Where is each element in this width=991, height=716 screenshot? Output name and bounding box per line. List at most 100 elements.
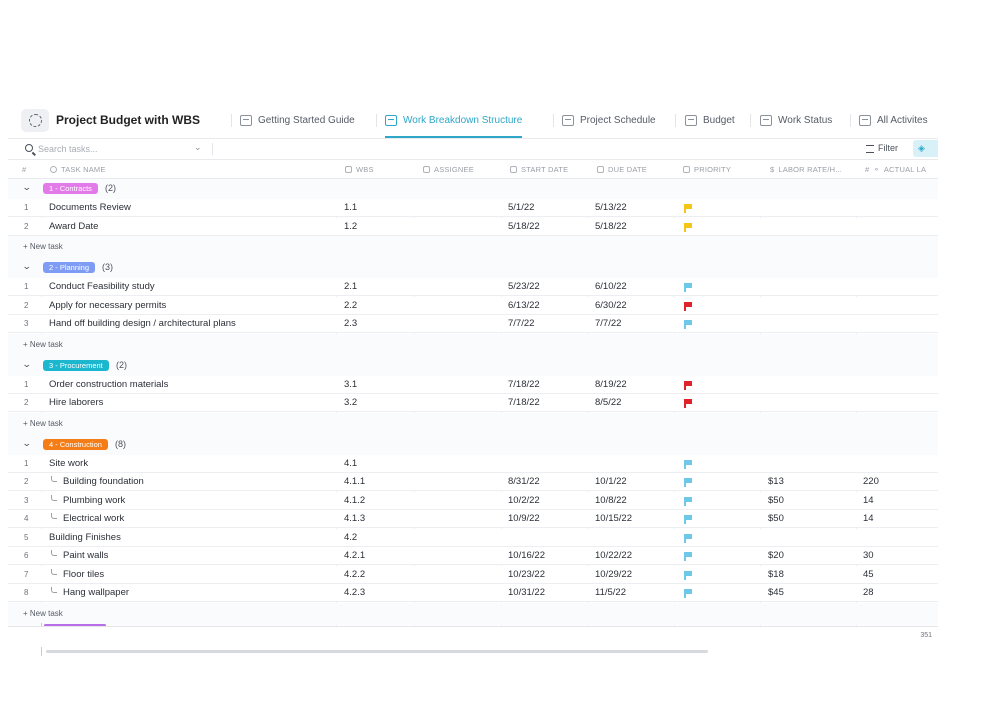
priority-flag-icon[interactable] [684,222,692,232]
priority-flag-icon[interactable] [684,570,692,580]
task-name[interactable]: Hand off building design / architectural… [49,315,236,333]
group-status-pill[interactable]: 4 - Construction [43,438,108,450]
priority-flag-icon[interactable] [684,533,692,543]
task-name[interactable]: Plumbing work [51,492,125,510]
wbs-cell[interactable]: 1.1 [344,199,357,217]
group-header[interactable]: ⌄ 2 - Planning (3) [8,258,938,278]
priority-flag-icon[interactable] [684,515,692,524]
col-header-start-date[interactable]: START DATE [510,165,568,174]
start-date-cell[interactable]: 10/9/22 [508,510,540,528]
task-name[interactable]: Building foundation [51,473,144,491]
task-name[interactable]: Hang wallpaper [51,584,129,602]
table-row[interactable]: 3 Plumbing work 4.1.2 10/2/22 10/8/22 $50 14 [8,491,938,510]
wbs-cell[interactable]: 4.1 [344,455,357,473]
chevron-down-icon[interactable]: ⌄ [22,438,32,449]
chevron-down-icon[interactable]: ⌄ [194,142,202,153]
labor-rate-cell[interactable]: $50 [768,510,784,528]
group-status-pill[interactable]: 3 - Procurement [43,359,109,371]
start-date-cell[interactable]: 5/23/22 [508,278,540,296]
table-row[interactable]: 7 Floor tiles 4.2.2 10/23/22 10/29/22 $18 45 [8,565,938,584]
wbs-cell[interactable]: 4.2.2 [344,566,365,584]
wbs-cell[interactable]: 2.3 [344,315,357,333]
start-date-cell[interactable]: 8/31/22 [508,473,540,491]
project-icon[interactable] [21,109,49,132]
filter-button[interactable]: Filter [866,143,898,153]
chevron-down-icon[interactable]: ⌄ [22,182,32,193]
priority-flag-icon[interactable] [684,478,692,487]
wbs-cell[interactable]: 4.1.1 [344,473,365,491]
start-date-cell[interactable]: 10/31/22 [508,584,545,602]
due-date-cell[interactable]: 6/10/22 [595,278,627,296]
table-row[interactable]: 5 Building Finishes 4.2 [8,528,938,547]
wbs-cell[interactable]: 3.1 [344,376,357,394]
col-header-wbs[interactable]: WBS [345,165,374,174]
new-task-button[interactable]: + New task [23,242,63,251]
start-date-cell[interactable]: 5/18/22 [508,218,540,236]
group-header[interactable]: ⌄ 4 - Construction (8) [8,434,938,455]
priority-flag-icon[interactable] [684,552,692,561]
priority-flag-icon[interactable] [684,496,692,506]
task-name[interactable]: Order construction materials [49,376,168,394]
task-name[interactable]: Hire laborers [49,394,103,412]
actual-labor-cell[interactable]: 14 [863,492,874,510]
priority-flag-icon[interactable] [684,301,692,311]
new-task-button[interactable]: + New task [23,609,63,618]
group-status-pill[interactable]: 2 - Planning [43,262,96,273]
due-date-cell[interactable]: 10/29/22 [595,566,632,584]
due-date-cell[interactable]: 8/5/22 [595,394,621,412]
tab-work-breakdown-structure[interactable]: Work Breakdown Structure [385,103,523,138]
due-date-cell[interactable]: 7/7/22 [595,315,621,333]
tab-getting-started-guide[interactable]: Getting Started Guide [240,103,355,138]
due-date-cell[interactable]: 6/30/22 [595,297,627,315]
wbs-cell[interactable]: 2.2 [344,297,357,315]
group-header[interactable]: ⌄ 3 - Procurement (2) [8,355,938,376]
start-date-cell[interactable]: 10/23/22 [508,566,545,584]
new-task-row[interactable]: + New task [8,333,938,356]
col-header-due-date[interactable]: DUE DATE [597,165,647,174]
priority-flag-icon[interactable] [684,399,692,408]
priority-flag-icon[interactable] [684,459,692,469]
priority-flag-icon[interactable] [684,589,692,598]
task-name[interactable]: Electrical work [51,510,124,528]
table-row[interactable]: 1 Order construction materials 3.1 7/18/22 8… [8,375,938,394]
wbs-cell[interactable]: 1.2 [344,218,357,236]
table-row[interactable]: 4 Electrical work 4.1.3 10/9/22 10/15/22 $50 1… [8,510,938,528]
table-row[interactable]: 1 Site work 4.1 [8,454,938,473]
table-row[interactable]: 2 Apply for necessary permits 2.2 6/13/22 6/… [8,296,938,315]
layers-button[interactable]: ◈ [913,140,938,157]
table-row[interactable]: 6 Paint walls 4.2.1 10/16/22 10/22/22 $20 30 [8,547,938,565]
actual-labor-cell[interactable]: 14 [863,510,874,528]
actual-labor-cell[interactable]: 45 [863,566,874,584]
col-header-task-name[interactable]: TASK NAME [50,165,106,174]
group-header[interactable]: ⌄ 1 - Contracts (2) [8,179,938,199]
actual-labor-cell[interactable]: 220 [863,473,879,491]
wbs-cell[interactable]: 4.2 [344,529,357,547]
task-name[interactable]: Conduct Feasibility study [49,278,155,296]
chevron-down-icon[interactable]: ⌄ [22,359,32,370]
new-task-row[interactable]: + New task [8,602,938,625]
wbs-cell[interactable]: 4.2.3 [344,584,365,602]
wbs-cell[interactable]: 3.2 [344,394,357,412]
task-name[interactable]: Award Date [49,218,98,236]
actual-labor-cell[interactable]: 30 [863,547,874,565]
search-input[interactable] [38,142,188,156]
wbs-cell[interactable]: 2.1 [344,278,357,296]
priority-flag-icon[interactable] [684,204,692,213]
start-date-cell[interactable]: 7/18/22 [508,376,540,394]
due-date-cell[interactable]: 10/22/22 [595,547,632,565]
col-header-assignee[interactable]: ASSIGNEE [423,165,474,174]
start-date-cell[interactable]: 7/18/22 [508,394,540,412]
labor-rate-cell[interactable]: $50 [768,492,784,510]
priority-flag-icon[interactable] [684,380,692,390]
new-task-row[interactable]: + New task [8,412,938,435]
due-date-cell[interactable]: 8/19/22 [595,376,627,394]
group-status-pill[interactable]: 1 - Contracts [43,183,98,194]
start-date-cell[interactable]: 6/13/22 [508,297,540,315]
col-header-actual[interactable]: # ⚬ ACTUAL LA [865,165,926,174]
new-task-row[interactable]: + New task [8,236,938,258]
due-date-cell[interactable]: 5/13/22 [595,199,627,217]
actual-labor-cell[interactable]: 28 [863,584,874,602]
tab-all-activites[interactable]: All Activites [859,103,928,138]
task-name[interactable]: Apply for necessary permits [49,297,166,315]
labor-rate-cell[interactable]: $13 [768,473,784,491]
